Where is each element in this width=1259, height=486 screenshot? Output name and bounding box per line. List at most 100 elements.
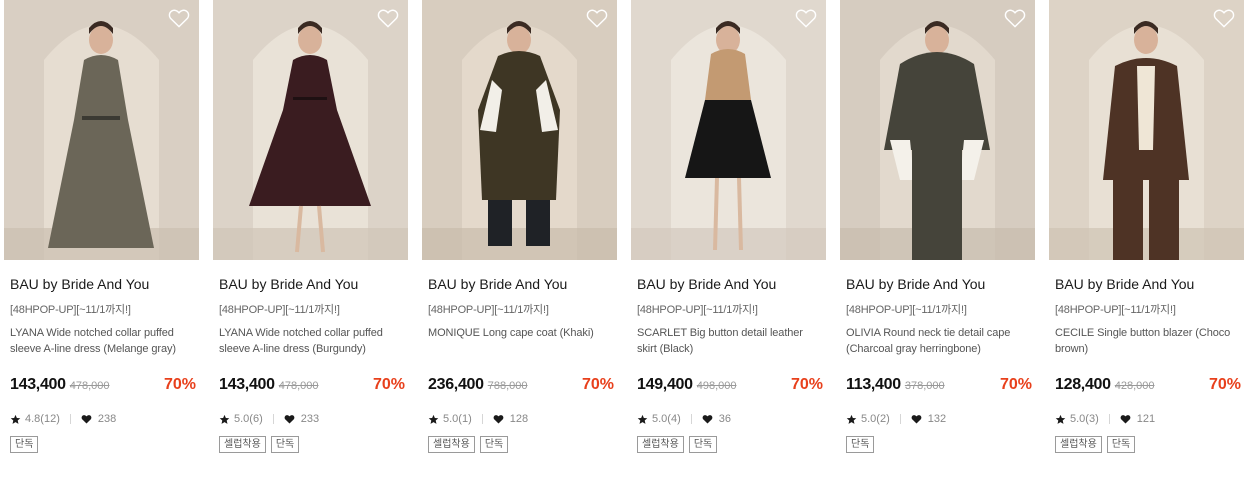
promo-label: [48HPOP-UP][~11/1까지!] — [637, 304, 758, 316]
product-tag: 셀럽착용 — [219, 436, 266, 453]
tag-list: 단독 — [10, 436, 39, 453]
wishlist-heart-icon[interactable] — [1004, 8, 1026, 28]
divider — [481, 414, 483, 424]
like-count: 233 — [300, 413, 320, 425]
star-icon — [10, 414, 25, 425]
product-name[interactable]: SCARLET Big button detail leather skirt … — [637, 325, 823, 357]
review-like-row: 5.0(6) 233 — [219, 411, 319, 427]
product-tag: 단독 — [846, 436, 875, 453]
promo-label: [48HPOP-UP][~11/1까지!] — [428, 304, 549, 316]
price-row: 236,400 788,000 70% — [428, 376, 614, 396]
brand-name[interactable]: BAU by Bride And You — [10, 276, 149, 292]
sale-price: 143,400 — [219, 376, 275, 393]
product-card[interactable]: BAU by Bride And You [48HPOP-UP][~11/1까지… — [213, 0, 408, 486]
price-row: 143,400 478,000 70% — [219, 376, 405, 396]
product-grid: BAU by Bride And You [48HPOP-UP][~11/1까지… — [0, 0, 1259, 486]
star-icon — [637, 414, 652, 425]
sale-price: 236,400 — [428, 376, 484, 393]
rating-text: 5.0(4) — [652, 413, 681, 425]
rating-text: 5.0(3) — [1070, 413, 1099, 425]
review-like-row: 5.0(4) 36 — [637, 411, 731, 427]
product-card[interactable]: BAU by Bride And You [48HPOP-UP][~11/1까지… — [422, 0, 617, 486]
product-card[interactable]: BAU by Bride And You [48HPOP-UP][~11/1까지… — [631, 0, 826, 486]
original-price: 788,000 — [487, 380, 528, 392]
product-name[interactable]: LYANA Wide notched collar puffed sleeve … — [219, 325, 405, 357]
star-icon — [428, 414, 443, 425]
original-price: 498,000 — [696, 380, 737, 392]
tag-list: 단독 — [846, 436, 875, 453]
product-tag: 단독 — [1106, 436, 1136, 453]
star-icon — [219, 414, 234, 425]
product-image[interactable] — [1049, 0, 1244, 260]
product-tag: 단독 — [479, 436, 509, 453]
sale-price: 128,400 — [1055, 376, 1111, 393]
discount-rate: 70% — [163, 376, 196, 393]
rating-text: 5.0(2) — [861, 413, 890, 425]
sale-price: 149,400 — [637, 376, 693, 393]
price-row: 113,400 378,000 70% — [846, 376, 1032, 396]
like-count: 128 — [509, 413, 529, 425]
wishlist-heart-icon[interactable] — [168, 8, 190, 28]
divider — [1108, 414, 1110, 424]
heart-filled-icon — [493, 414, 510, 424]
product-tag: 단독 — [688, 436, 718, 453]
review-like-row: 5.0(2) 132 — [846, 411, 946, 427]
rating-text: 5.0(6) — [234, 413, 263, 425]
star-icon — [846, 414, 861, 425]
product-tag: 단독 — [10, 436, 39, 453]
brand-name[interactable]: BAU by Bride And You — [219, 276, 358, 292]
brand-name[interactable]: BAU by Bride And You — [637, 276, 776, 292]
product-image[interactable] — [631, 0, 826, 260]
price-row: 143,400 478,000 70% — [10, 376, 196, 396]
divider — [899, 414, 901, 424]
tag-list: 셀럽착용 단독 — [428, 436, 509, 453]
divider — [690, 414, 692, 424]
product-name[interactable]: CECILE Single button blazer (Choco brown… — [1055, 325, 1241, 357]
divider — [272, 414, 274, 424]
sale-price: 113,400 — [846, 376, 901, 393]
heart-filled-icon — [702, 414, 719, 424]
discount-rate: 70% — [581, 376, 614, 393]
product-tag: 셀럽착용 — [428, 436, 475, 453]
product-tag: 셀럽착용 — [1055, 436, 1102, 453]
product-image[interactable] — [840, 0, 1035, 260]
like-count: 238 — [97, 413, 117, 425]
promo-label: [48HPOP-UP][~11/1까지!] — [10, 304, 131, 316]
promo-label: [48HPOP-UP][~11/1까지!] — [846, 304, 967, 316]
product-image[interactable] — [213, 0, 408, 260]
tag-list: 셀럽착용 단독 — [637, 436, 718, 453]
product-name[interactable]: OLIVIA Round neck tie detail cape (Charc… — [846, 325, 1032, 357]
heart-filled-icon — [81, 414, 98, 424]
discount-rate: 70% — [372, 376, 405, 393]
discount-rate: 70% — [790, 376, 823, 393]
brand-name[interactable]: BAU by Bride And You — [1055, 276, 1194, 292]
product-name[interactable]: MONIQUE Long cape coat (Khaki) — [428, 325, 614, 341]
wishlist-heart-icon[interactable] — [795, 8, 817, 28]
product-name[interactable]: LYANA Wide notched collar puffed sleeve … — [10, 325, 196, 357]
wishlist-heart-icon[interactable] — [1213, 8, 1235, 28]
review-like-row: 4.8(12) 238 — [10, 411, 116, 427]
promo-label: [48HPOP-UP][~11/1까지!] — [219, 304, 340, 316]
product-card[interactable]: BAU by Bride And You [48HPOP-UP][~11/1까지… — [4, 0, 199, 486]
product-card[interactable]: BAU by Bride And You [48HPOP-UP][~11/1까지… — [840, 0, 1035, 486]
product-card[interactable]: BAU by Bride And You [48HPOP-UP][~11/1까지… — [1049, 0, 1244, 486]
review-like-row: 5.0(1) 128 — [428, 411, 528, 427]
brand-name[interactable]: BAU by Bride And You — [428, 276, 567, 292]
brand-name[interactable]: BAU by Bride And You — [846, 276, 985, 292]
like-count: 132 — [927, 413, 947, 425]
wishlist-heart-icon[interactable] — [586, 8, 608, 28]
original-price: 378,000 — [904, 380, 945, 392]
wishlist-heart-icon[interactable] — [377, 8, 399, 28]
discount-rate: 70% — [999, 376, 1032, 393]
heart-filled-icon — [1120, 414, 1137, 424]
review-like-row: 5.0(3) 121 — [1055, 411, 1155, 427]
heart-filled-icon — [284, 414, 301, 424]
star-icon — [1055, 414, 1070, 425]
rating-text: 5.0(1) — [443, 413, 472, 425]
original-price: 428,000 — [1114, 380, 1155, 392]
tag-list: 셀럽착용 단독 — [1055, 436, 1136, 453]
product-image[interactable] — [4, 0, 199, 260]
sale-price: 143,400 — [10, 376, 66, 393]
product-image[interactable] — [422, 0, 617, 260]
heart-filled-icon — [911, 414, 928, 424]
